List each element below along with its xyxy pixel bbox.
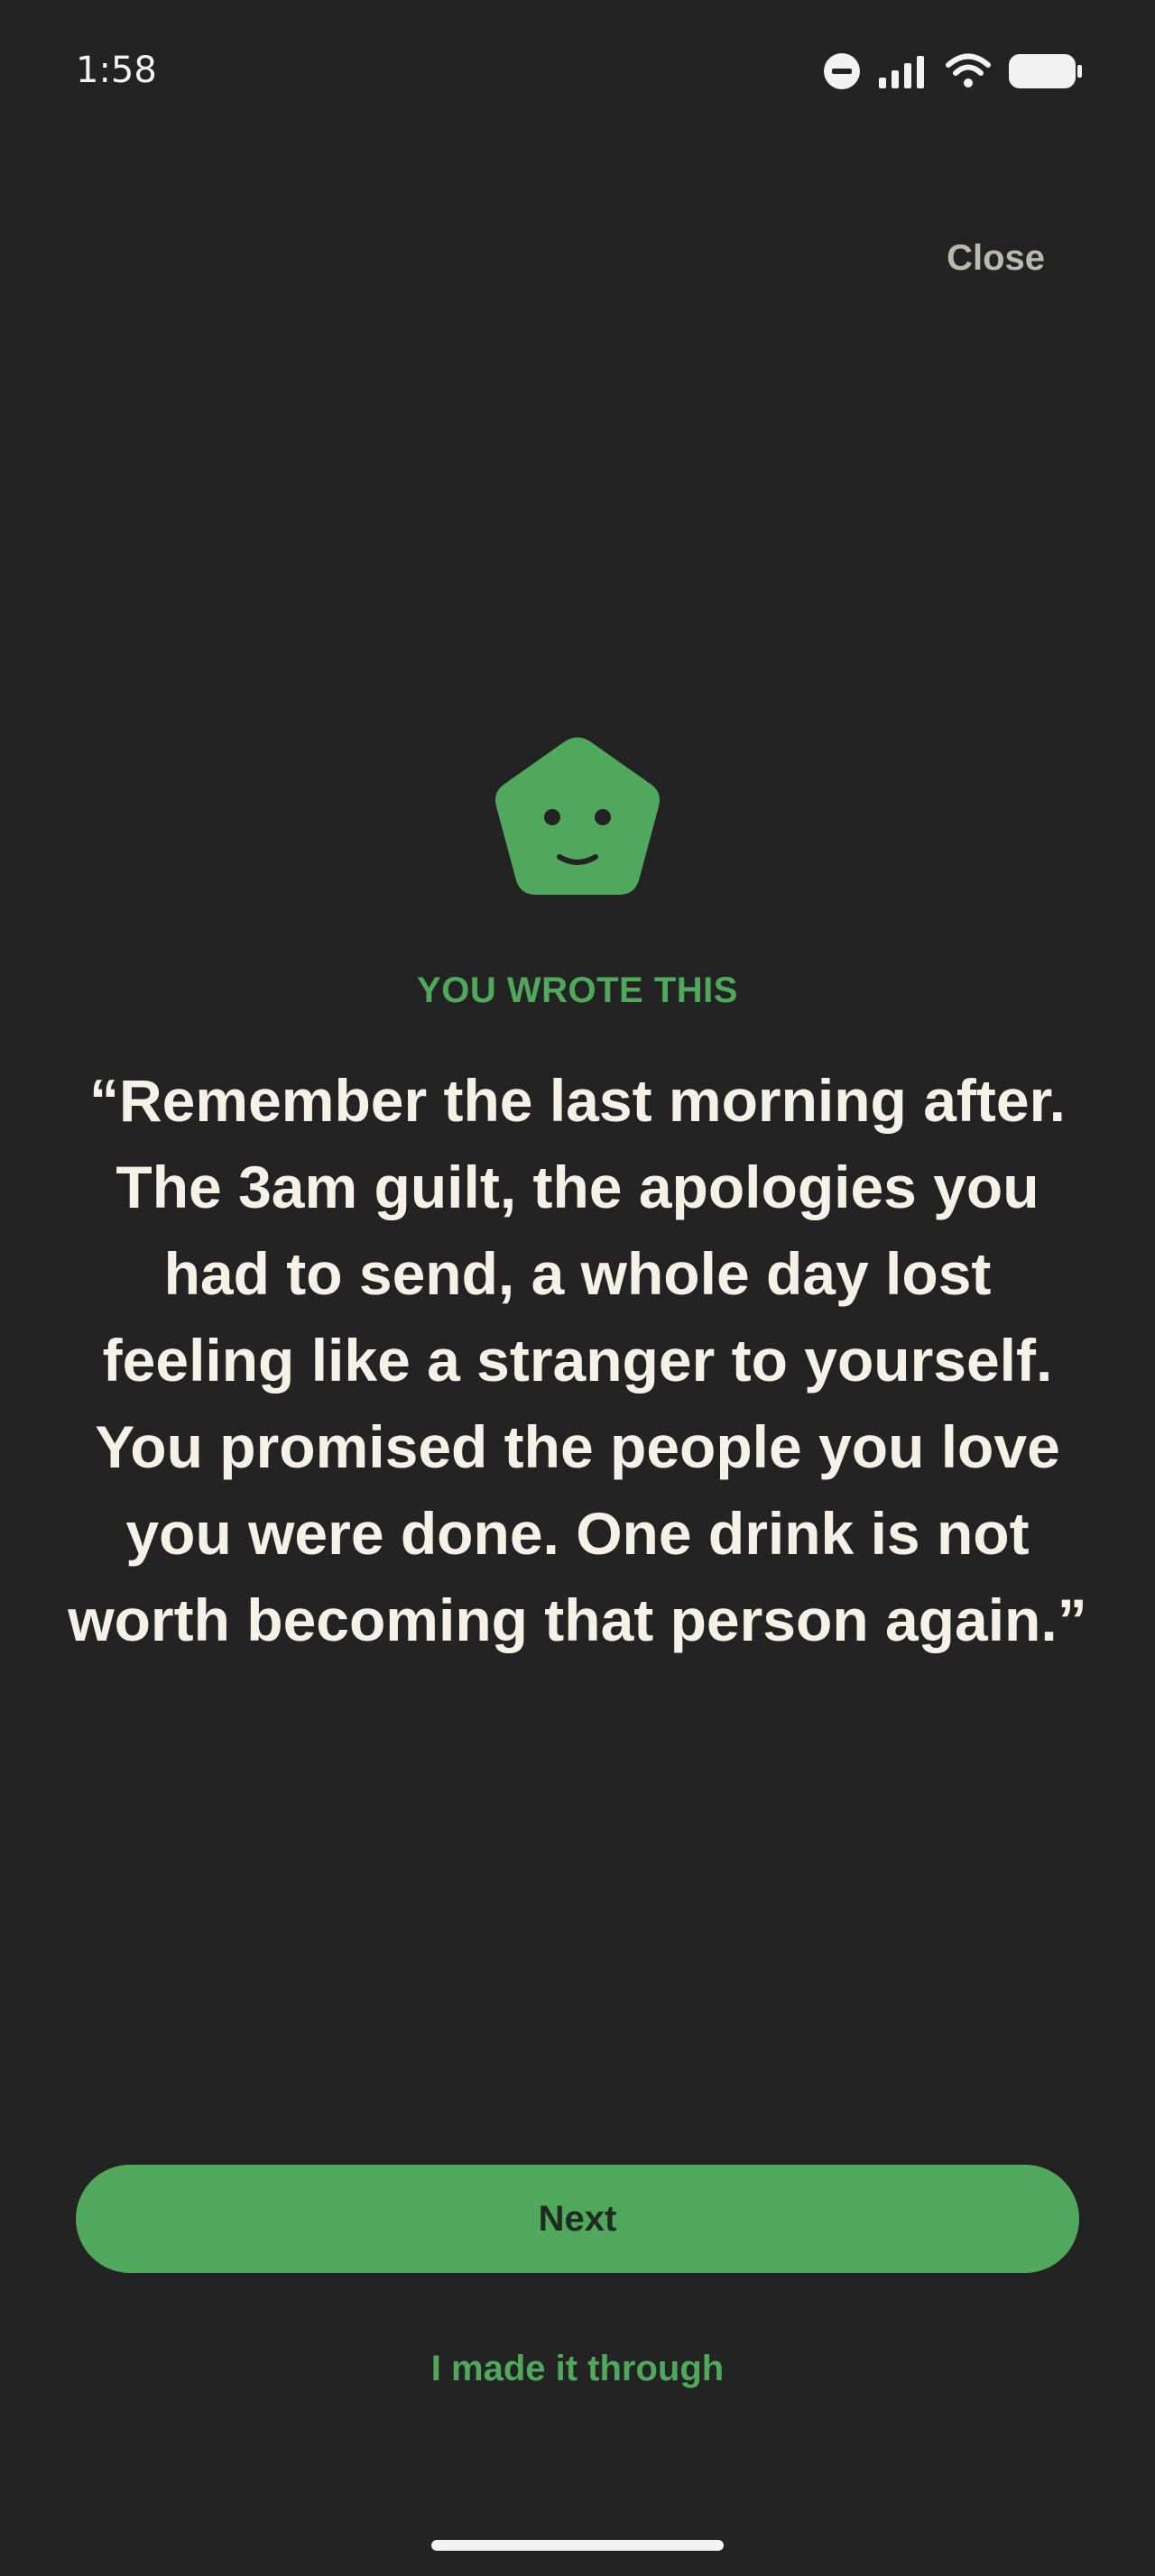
- eyebrow-label: YOU WROTE THIS: [417, 971, 738, 1010]
- reminder-quote: “Remember the last morning after. The 3a…: [68, 1067, 1087, 1653]
- do-not-disturb-icon: [823, 52, 861, 90]
- status-icons: [823, 49, 1083, 94]
- next-button-label: Next: [538, 2198, 617, 2239]
- home-indicator[interactable]: [431, 2540, 724, 2551]
- close-button[interactable]: Close: [947, 233, 1045, 283]
- next-button[interactable]: Next: [76, 2165, 1079, 2273]
- wifi-icon: [946, 53, 991, 89]
- made-it-through-link[interactable]: I made it through: [0, 2343, 1155, 2394]
- signal-icon: [879, 54, 928, 88]
- status-bar: 1:58: [0, 0, 1155, 135]
- status-time: 1:58: [76, 50, 157, 91]
- mascot-face-icon: [493, 736, 662, 900]
- crisis-reminder-screen: 1:58 Close YOU WROTE THIS “Remember the …: [0, 0, 1155, 2576]
- battery-icon: [1009, 52, 1083, 90]
